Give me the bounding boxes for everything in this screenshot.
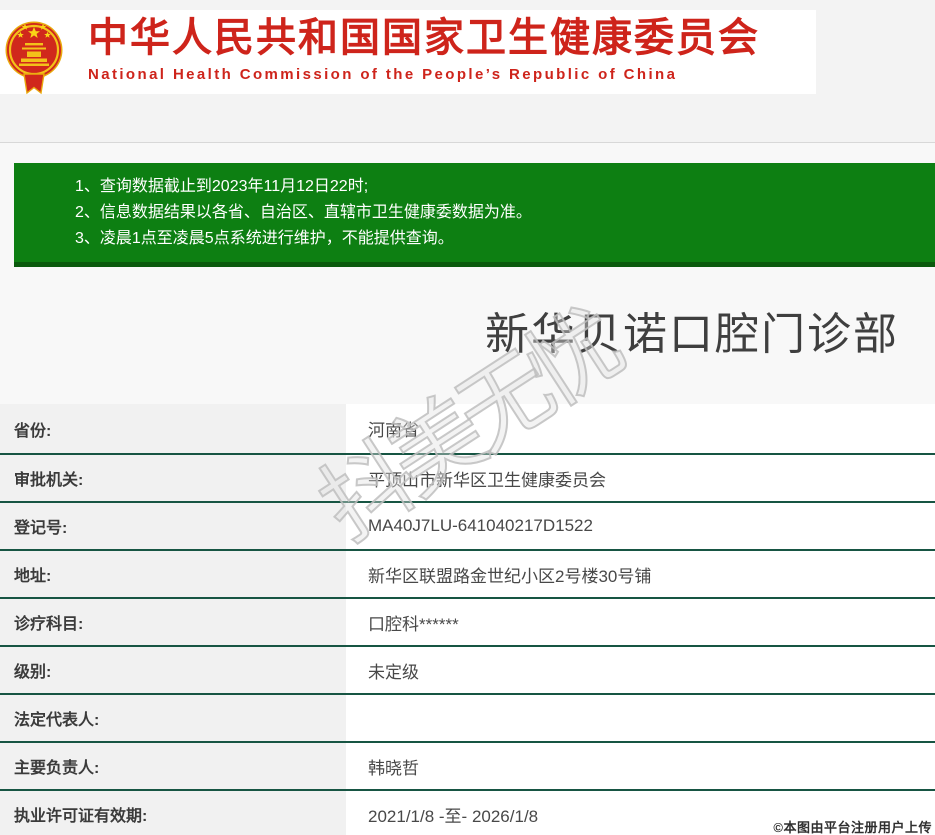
row-label: 主要负责人: xyxy=(0,743,346,789)
row-label: 登记号: xyxy=(0,503,346,549)
row-value: 河南省 xyxy=(346,404,935,453)
table-row: 法定代表人: xyxy=(0,693,935,741)
table-row: 级别:未定级 xyxy=(0,645,935,693)
row-value: MA40J7LU-641040217D1522 xyxy=(346,503,935,549)
row-label: 地址: xyxy=(0,551,346,597)
info-table: 省份:河南省审批机关:平顶山市新华区卫生健康委员会登记号:MA40J7LU-64… xyxy=(0,404,935,835)
notice-item: 2、信息数据结果以各省、自治区、直辖市卫生健康委数据为准。 xyxy=(75,200,925,226)
header-titles: 中华人民共和国国家卫生健康委员会 National Health Commiss… xyxy=(88,14,808,86)
row-label: 法定代表人: xyxy=(0,695,346,741)
content-area: 1、查询数据截止到2023年11月12日22时;2、信息数据结果以各省、自治区、… xyxy=(0,143,935,835)
table-row: 审批机关:平顶山市新华区卫生健康委员会 xyxy=(0,453,935,501)
china-national-emblem-icon xyxy=(4,12,64,98)
row-value: 口腔科****** xyxy=(346,599,935,645)
row-label: 执业许可证有效期: xyxy=(0,791,346,835)
notice-banner: 1、查询数据截止到2023年11月12日22时;2、信息数据结果以各省、自治区、… xyxy=(14,163,935,267)
table-row: 登记号:MA40J7LU-641040217D1522 xyxy=(0,501,935,549)
site-title-english: National Health Commission of the People… xyxy=(88,64,808,86)
notice-item: 3、凌晨1点至凌晨5点系统进行维护，不能提供查询。 xyxy=(75,226,925,252)
table-row: 省份:河南省 xyxy=(0,404,935,453)
row-label: 级别: xyxy=(0,647,346,693)
row-value: 韩晓哲 xyxy=(346,743,935,789)
table-row: 诊疗科目:口腔科****** xyxy=(0,597,935,645)
row-value: 平顶山市新华区卫生健康委员会 xyxy=(346,455,935,501)
nhc-query-result-page: 中华人民共和国国家卫生健康委员会 National Health Commiss… xyxy=(0,0,935,835)
row-label: 诊疗科目: xyxy=(0,599,346,645)
table-row: 地址:新华区联盟路金世纪小区2号楼30号铺 xyxy=(0,549,935,597)
organization-title: 新华贝诺口腔门诊部 xyxy=(0,298,935,362)
row-label: 审批机关: xyxy=(0,455,346,501)
table-row: 主要负责人:韩晓哲 xyxy=(0,741,935,789)
copyright-stamp: ©本图由平台注册用户上传 xyxy=(773,817,932,835)
notice-item: 1、查询数据截止到2023年11月12日22时; xyxy=(75,174,925,200)
row-value: 未定级 xyxy=(346,647,935,693)
site-header: 中华人民共和国国家卫生健康委员会 National Health Commiss… xyxy=(0,10,816,94)
row-label: 省份: xyxy=(0,404,346,453)
row-value xyxy=(346,695,935,741)
site-title-chinese: 中华人民共和国国家卫生健康委员会 xyxy=(88,14,808,62)
row-value: 新华区联盟路金世纪小区2号楼30号铺 xyxy=(346,551,935,597)
notice-list: 1、查询数据截止到2023年11月12日22时;2、信息数据结果以各省、自治区、… xyxy=(75,174,925,252)
